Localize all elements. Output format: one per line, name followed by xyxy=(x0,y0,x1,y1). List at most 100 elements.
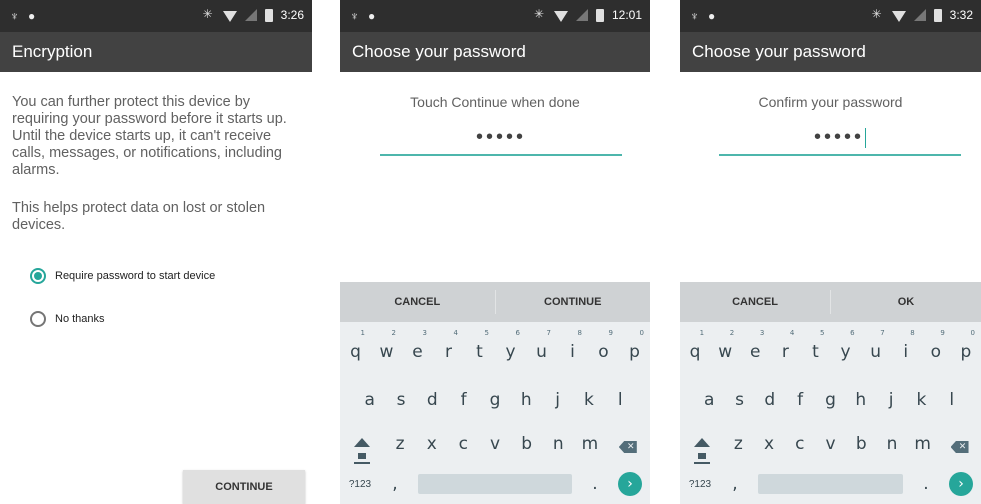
key-v[interactable]: v xyxy=(815,422,846,466)
comma-key[interactable]: , xyxy=(380,474,410,494)
key-number-hint: 4 xyxy=(453,329,458,337)
status-bar: ♆ ● 3:26 xyxy=(0,0,312,32)
key-l[interactable]: l xyxy=(937,378,967,422)
key-x[interactable]: x xyxy=(416,422,448,466)
key-t[interactable]: 5t xyxy=(464,329,495,374)
spacebar[interactable] xyxy=(418,474,572,494)
key-x[interactable]: x xyxy=(754,422,785,466)
continue-button[interactable]: CONTINUE xyxy=(496,282,651,322)
key-y[interactable]: 6y xyxy=(830,329,860,374)
period-key[interactable]: . xyxy=(911,474,941,494)
keyboard-row-2: asdfghjkl xyxy=(680,378,981,422)
key-b[interactable]: b xyxy=(846,422,877,466)
option-require-password[interactable]: Require password to start device xyxy=(30,268,215,284)
radio-unselected-icon[interactable] xyxy=(30,311,46,327)
key-label: u xyxy=(870,342,881,362)
key-o[interactable]: 9o xyxy=(588,329,619,374)
key-n[interactable]: n xyxy=(877,422,908,466)
symbols-key[interactable]: ?123 xyxy=(340,479,380,490)
key-label: y xyxy=(505,342,516,362)
key-r[interactable]: 4r xyxy=(433,329,464,374)
shift-icon xyxy=(693,433,710,464)
comma-key[interactable]: , xyxy=(720,474,750,494)
description-text: You can further protect this device by r… xyxy=(12,94,287,178)
key-q[interactable]: 1q xyxy=(340,329,371,374)
key-m[interactable]: m xyxy=(574,422,606,466)
key-a[interactable]: a xyxy=(354,378,385,422)
key-number-hint: 8 xyxy=(910,329,915,337)
key-c[interactable]: c xyxy=(784,422,815,466)
backspace-key[interactable]: ✕ xyxy=(938,422,981,466)
keyboard-row-2: asdfghjkl xyxy=(340,378,650,422)
password-field[interactable]: ••••• xyxy=(719,126,961,156)
key-e[interactable]: 3e xyxy=(740,329,770,374)
key-q[interactable]: 1q xyxy=(680,329,710,374)
key-h[interactable]: h xyxy=(846,378,876,422)
key-b[interactable]: b xyxy=(511,422,543,466)
backspace-key[interactable]: ✕ xyxy=(606,422,650,466)
key-s[interactable]: s xyxy=(724,378,754,422)
symbols-key[interactable]: ?123 xyxy=(680,479,720,490)
key-label: t xyxy=(476,342,483,362)
keyboard-row-3: z x c v b n m ✕ xyxy=(340,422,650,466)
key-w[interactable]: 2w xyxy=(710,329,740,374)
shift-key[interactable] xyxy=(680,422,723,466)
key-j[interactable]: j xyxy=(876,378,906,422)
key-p[interactable]: 0p xyxy=(619,329,650,374)
radio-selected-icon[interactable] xyxy=(30,268,46,284)
cancel-button[interactable]: CANCEL xyxy=(340,282,495,322)
key-t[interactable]: 5t xyxy=(800,329,830,374)
battery-icon xyxy=(264,8,273,22)
key-v[interactable]: v xyxy=(479,422,511,466)
key-g[interactable]: g xyxy=(815,378,845,422)
option-no-thanks[interactable]: No thanks xyxy=(30,311,105,327)
key-z[interactable]: z xyxy=(723,422,754,466)
key-n[interactable]: n xyxy=(542,422,574,466)
continue-button[interactable]: CONTINUE xyxy=(183,470,305,504)
encryption-screen: ♆ ● 3:26 Encryption You can further prote… xyxy=(0,0,312,504)
key-k[interactable]: k xyxy=(906,378,936,422)
spacebar[interactable] xyxy=(758,474,903,494)
key-h[interactable]: h xyxy=(511,378,542,422)
key-a[interactable]: a xyxy=(694,378,724,422)
battery-icon xyxy=(595,8,604,22)
key-s[interactable]: s xyxy=(385,378,416,422)
key-m[interactable]: m xyxy=(907,422,938,466)
key-number-hint: 6 xyxy=(515,329,520,337)
soft-keyboard: 1 q 2 w 3 e 4 r 5 t 6 y 7 u 8 i 9 o 0 p a s d f g h j k l z x c v b n m ✕ ?12… xyxy=(340,322,650,504)
period-key[interactable]: . xyxy=(580,474,610,494)
notification-icon: ● xyxy=(368,9,376,23)
password-hint: Confirm your password xyxy=(758,94,903,110)
enter-key[interactable]: › xyxy=(618,472,642,496)
cancel-button[interactable]: CANCEL xyxy=(680,282,830,322)
key-label: w xyxy=(718,342,733,362)
usb-icon: ♆ xyxy=(10,9,19,23)
ok-button[interactable]: OK xyxy=(831,282,981,322)
key-number-hint: 5 xyxy=(820,329,825,337)
key-d[interactable]: d xyxy=(417,378,448,422)
key-u[interactable]: 7u xyxy=(526,329,557,374)
key-d[interactable]: d xyxy=(755,378,785,422)
key-label: o xyxy=(598,342,609,362)
key-g[interactable]: g xyxy=(479,378,510,422)
key-e[interactable]: 3e xyxy=(402,329,433,374)
key-o[interactable]: 9o xyxy=(921,329,951,374)
shift-key[interactable] xyxy=(340,422,384,466)
key-i[interactable]: 8i xyxy=(891,329,921,374)
key-j[interactable]: j xyxy=(542,378,573,422)
key-i[interactable]: 8i xyxy=(557,329,588,374)
key-f[interactable]: f xyxy=(785,378,815,422)
key-c[interactable]: c xyxy=(448,422,480,466)
enter-key[interactable]: › xyxy=(949,472,973,496)
key-p[interactable]: 0p xyxy=(951,329,981,374)
key-r[interactable]: 4r xyxy=(770,329,800,374)
key-y[interactable]: 6y xyxy=(495,329,526,374)
key-z[interactable]: z xyxy=(384,422,416,466)
password-field[interactable]: ••••• xyxy=(380,126,622,156)
key-f[interactable]: f xyxy=(448,378,479,422)
key-u[interactable]: 7u xyxy=(861,329,891,374)
key-number-hint: 1 xyxy=(360,329,365,337)
key-l[interactable]: l xyxy=(605,378,636,422)
key-w[interactable]: 2w xyxy=(371,329,402,374)
key-k[interactable]: k xyxy=(573,378,604,422)
